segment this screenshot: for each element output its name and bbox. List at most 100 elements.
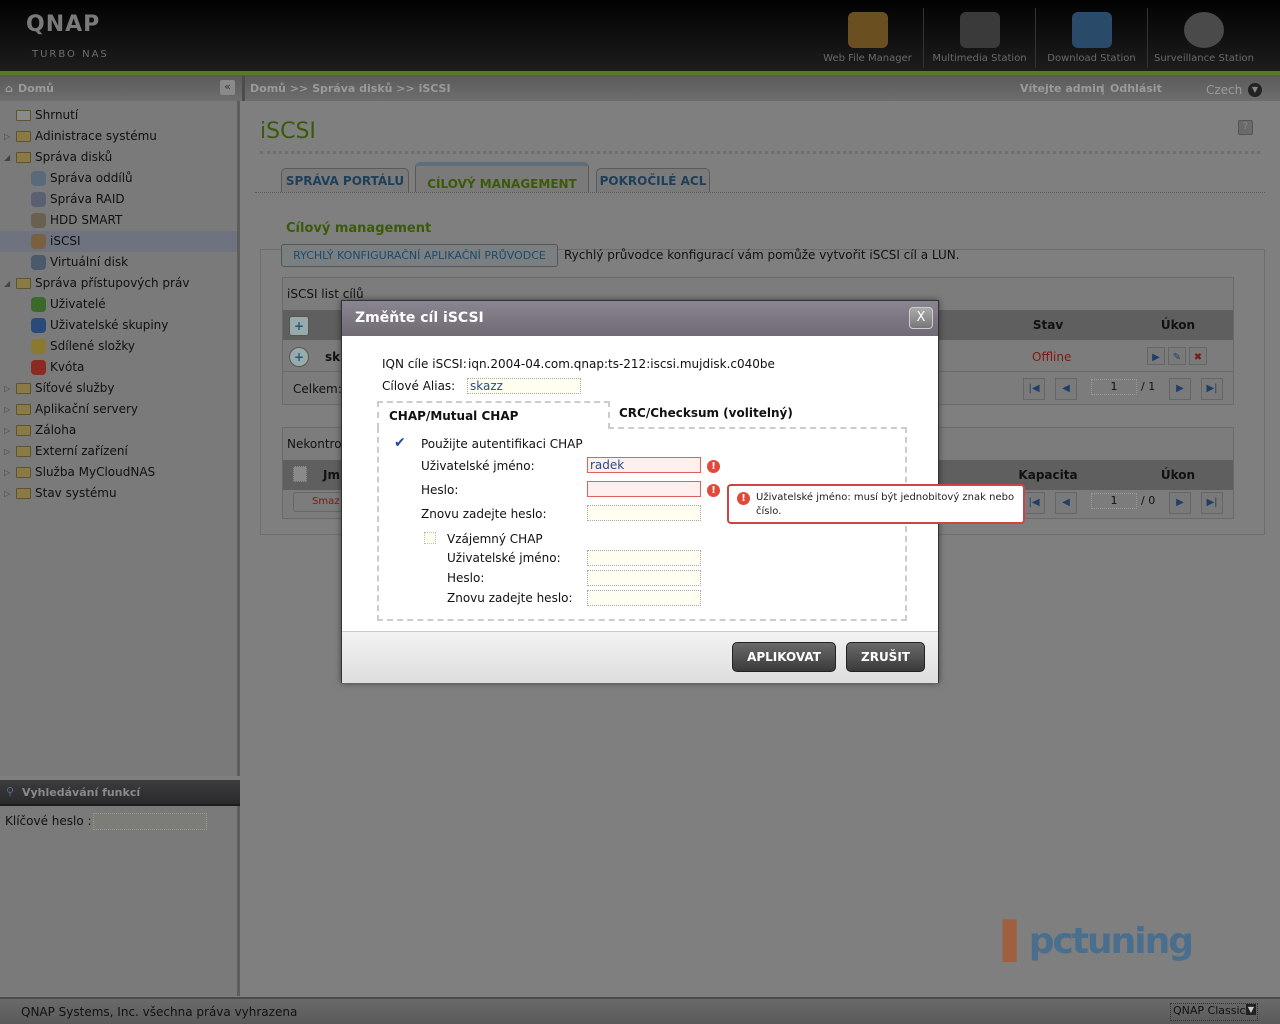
collapse-sidebar-button[interactable]: « bbox=[220, 80, 235, 95]
sidebar-item-label: Kvóta bbox=[50, 360, 85, 374]
summary-icon bbox=[16, 110, 31, 121]
search-icon: ⚲ bbox=[6, 785, 15, 798]
mutual-password-input[interactable] bbox=[587, 570, 701, 586]
mutual-retype-input[interactable] bbox=[587, 590, 701, 606]
sidebar-item-label: Virtuální disk bbox=[50, 255, 129, 269]
sidebar-item[interactable]: Správa oddílů bbox=[0, 168, 237, 189]
page-count: / 0 bbox=[1141, 494, 1156, 507]
tab-portal-management[interactable]: SPRÁVA PORTÁLU bbox=[281, 168, 409, 192]
sidebar-item-label: Stav systému bbox=[35, 486, 117, 500]
app-web-file-manager[interactable]: Web File Manager bbox=[812, 8, 924, 68]
first-page-button[interactable]: |◀ bbox=[1023, 378, 1045, 400]
error-icon: ! bbox=[737, 492, 750, 505]
password-input[interactable] bbox=[587, 481, 701, 497]
expand-arrow-icon[interactable]: ▷ bbox=[4, 462, 10, 483]
cancel-button[interactable]: ZRUŠIT bbox=[846, 642, 925, 672]
expand-arrow-icon[interactable]: ▷ bbox=[4, 483, 10, 504]
collapse-arrow-icon[interactable]: ◢ bbox=[4, 147, 10, 168]
page-input[interactable]: 1 bbox=[1091, 493, 1137, 509]
function-search-header: Vyhledávání funkcí bbox=[0, 780, 240, 806]
use-chap-label: Použijte autentifikaci CHAP bbox=[421, 437, 583, 451]
sidebar-item[interactable]: HDD SMART bbox=[0, 210, 237, 231]
tab-target-management[interactable]: CÍLOVÝ MANAGEMENT bbox=[415, 162, 589, 192]
select-all-checkbox[interactable] bbox=[293, 466, 307, 482]
sidebar-item-label: Správa disků bbox=[35, 150, 113, 164]
delete-icon[interactable]: ✖ bbox=[1189, 347, 1207, 365]
app-multimedia-station[interactable]: Multimedia Station bbox=[924, 8, 1036, 68]
alias-input[interactable]: skazz bbox=[467, 378, 581, 394]
sidebar-item[interactable]: Správa RAID bbox=[0, 189, 237, 210]
sidebar-item[interactable]: ▷ Adinistrace systému bbox=[0, 126, 237, 147]
mutual-chap-label: Vzájemný CHAP bbox=[447, 532, 543, 546]
function-search-panel: Klíčové heslo : bbox=[0, 806, 240, 996]
tab-crc[interactable]: CRC/Checksum (volitelný) bbox=[619, 406, 793, 420]
prev-page-button[interactable]: ◀ bbox=[1055, 492, 1077, 514]
chevron-down-icon[interactable]: ▼ bbox=[1248, 83, 1262, 97]
sidebar-item[interactable]: ▷ Síťové služby bbox=[0, 378, 237, 399]
sidebar-item[interactable]: Virtuální disk bbox=[0, 252, 237, 273]
language-select[interactable]: Czech bbox=[1206, 83, 1242, 97]
quick-wizard-button[interactable]: RYCHLÝ KONFIGURAČNÍ APLIKAČNÍ PRŮVODCE bbox=[281, 244, 558, 267]
mutual-username-input[interactable] bbox=[587, 550, 701, 566]
sidebar-item[interactable]: ▷ Aplikační servery bbox=[0, 399, 237, 420]
sidebar-item[interactable]: ◢ Správa přístupových práv bbox=[0, 273, 237, 294]
sidebar-item-label: Správa oddílů bbox=[50, 171, 133, 185]
folder-icon bbox=[16, 404, 31, 415]
page-input[interactable]: 1 bbox=[1091, 379, 1137, 395]
mutual-chap-checkbox[interactable] bbox=[424, 532, 436, 544]
retype-password-input[interactable] bbox=[587, 505, 701, 521]
sidebar-item[interactable]: Kvóta bbox=[0, 357, 237, 378]
next-page-button[interactable]: ▶ bbox=[1169, 492, 1191, 514]
app-surveillance-station[interactable]: Surveillance Station bbox=[1148, 8, 1260, 68]
divider bbox=[260, 151, 1260, 154]
sidebar-item[interactable]: Uživatelé bbox=[0, 294, 237, 315]
sidebar-item[interactable]: iSCSI bbox=[0, 231, 237, 252]
username-input[interactable]: radek bbox=[587, 457, 701, 473]
section-title: Cílový management bbox=[283, 221, 435, 236]
expand-arrow-icon[interactable]: ▷ bbox=[4, 126, 10, 147]
edit-icon[interactable]: ✎ bbox=[1168, 347, 1186, 365]
sidebar-item-label: Správa RAID bbox=[50, 192, 125, 206]
col-action: Úkon bbox=[1123, 310, 1233, 340]
last-page-button[interactable]: ▶| bbox=[1201, 492, 1223, 514]
tab-chap[interactable]: CHAP/Mutual CHAP bbox=[377, 401, 610, 429]
expand-arrow-icon[interactable]: ▷ bbox=[4, 441, 10, 462]
mutual-password-label: Heslo: bbox=[447, 571, 485, 585]
app-label: Surveillance Station bbox=[1153, 53, 1255, 64]
last-page-button[interactable]: ▶| bbox=[1201, 378, 1223, 400]
sidebar-item[interactable]: ▷ Záloha bbox=[0, 420, 237, 441]
close-button[interactable]: X bbox=[909, 307, 933, 329]
logout-link[interactable]: Odhlásit bbox=[1110, 82, 1162, 95]
collapse-arrow-icon[interactable]: ◢ bbox=[4, 273, 10, 294]
error-tooltip: ! Uživatelské jméno: musí být jednobitov… bbox=[727, 484, 1025, 524]
use-chap-checkbox[interactable]: ✔ bbox=[394, 435, 406, 451]
tab-advanced-acl[interactable]: POKROČILÉ ACL bbox=[596, 168, 710, 192]
play-icon[interactable]: ▶ bbox=[1147, 347, 1165, 365]
help-icon[interactable]: ? bbox=[1238, 120, 1253, 135]
theme-select[interactable]: QNAP Classic ▼ bbox=[1170, 1003, 1258, 1021]
next-page-button[interactable]: ▶ bbox=[1169, 378, 1191, 400]
sidebar-item[interactable]: Sdílené složky bbox=[0, 336, 237, 357]
hdd-smart-icon bbox=[31, 213, 46, 228]
sidebar-item[interactable]: ▷ Služba MyCloudNAS bbox=[0, 462, 237, 483]
sidebar-item[interactable]: ▷ Externí zařízení bbox=[0, 441, 237, 462]
first-page-button[interactable]: |◀ bbox=[1023, 492, 1045, 514]
expand-arrow-icon[interactable]: ▷ bbox=[4, 420, 10, 441]
error-icon: ! bbox=[707, 460, 720, 473]
expand-arrow-icon[interactable]: ▷ bbox=[4, 378, 10, 399]
expand-icon[interactable]: + bbox=[289, 347, 309, 367]
apply-button[interactable]: APLIKOVAT bbox=[732, 642, 836, 672]
mutual-retype-label: Znovu zadejte heslo: bbox=[447, 591, 573, 605]
sidebar-item[interactable]: ▷ Stav systému bbox=[0, 483, 237, 504]
add-target-button[interactable]: + bbox=[289, 316, 309, 336]
sidebar-item[interactable]: ◢ Správa disků bbox=[0, 147, 237, 168]
sidebar-home[interactable]: Domů bbox=[18, 82, 54, 95]
prev-page-button[interactable]: ◀ bbox=[1055, 378, 1077, 400]
watermark-text: pctuning bbox=[1028, 921, 1194, 962]
expand-arrow-icon[interactable]: ▷ bbox=[4, 399, 10, 420]
keyword-input[interactable] bbox=[93, 813, 207, 830]
error-message: Uživatelské jméno: musí být jednobitový … bbox=[756, 492, 1015, 517]
sidebar-item[interactable]: Shrnutí bbox=[0, 105, 237, 126]
app-download-station[interactable]: Download Station bbox=[1036, 8, 1148, 68]
sidebar-item[interactable]: Uživatelské skupiny bbox=[0, 315, 237, 336]
